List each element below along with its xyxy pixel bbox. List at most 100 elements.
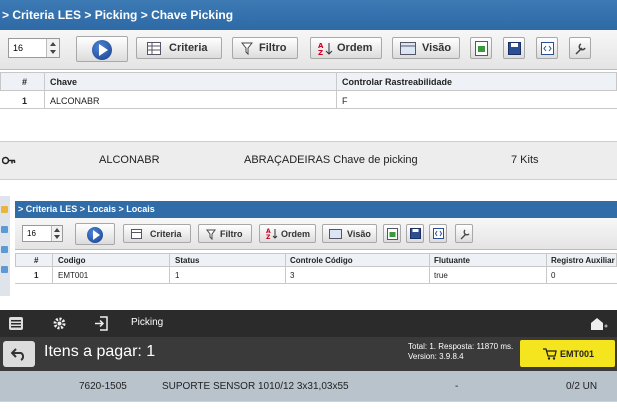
list-icon[interactable] bbox=[1, 266, 8, 273]
filter-icon bbox=[206, 229, 216, 240]
save-button[interactable] bbox=[406, 224, 424, 243]
column-header-flutuante[interactable]: Flutuante bbox=[434, 256, 470, 265]
key-description: ABRAÇADEIRAS Chave de picking bbox=[244, 154, 418, 166]
visao-label: Visão bbox=[347, 229, 371, 239]
page-title-breadcrumb: > Criteria LES > Locais > Locais bbox=[15, 201, 617, 218]
svg-text:Z: Z bbox=[266, 234, 271, 241]
visao-label: Visão bbox=[422, 42, 452, 54]
code-button[interactable] bbox=[429, 224, 447, 243]
key-code: ALCONABR bbox=[99, 154, 160, 166]
app-top-bar: Picking bbox=[0, 310, 617, 337]
items-to-pay-label: Itens a pagar: 1 bbox=[44, 343, 156, 360]
sort-az-icon: A Z bbox=[318, 42, 333, 56]
criteria-button[interactable]: Criteria bbox=[136, 37, 222, 59]
filtro-label: Filtro bbox=[259, 42, 287, 54]
wrench-icon bbox=[575, 43, 586, 55]
save-icon bbox=[410, 228, 421, 239]
list-icon[interactable] bbox=[1, 226, 8, 233]
app-title: Picking bbox=[131, 317, 164, 328]
chevron-up-icon[interactable] bbox=[50, 42, 56, 46]
column-header-controle[interactable]: Controle Código bbox=[290, 256, 353, 265]
chevron-down-icon[interactable] bbox=[50, 50, 56, 54]
stepper-arrows[interactable] bbox=[51, 226, 62, 241]
menu-icon[interactable] bbox=[9, 317, 23, 330]
view-icon bbox=[329, 229, 342, 239]
column-header-registro[interactable]: Registro Auxiliar bbox=[551, 256, 615, 265]
row-status: 1 bbox=[175, 271, 180, 280]
undo-icon bbox=[11, 348, 25, 361]
toolbar: 16 Criteria Filtro A Z Ordem Visão bbox=[15, 218, 617, 250]
row-registro: 0 bbox=[551, 271, 556, 280]
export-button[interactable] bbox=[383, 224, 401, 243]
play-icon bbox=[92, 40, 112, 60]
list-footer bbox=[0, 401, 617, 411]
filtro-label: Filtro bbox=[220, 229, 243, 239]
play-icon bbox=[87, 227, 103, 243]
column-header-num: # bbox=[34, 256, 39, 265]
table-icon bbox=[131, 229, 142, 239]
chevron-down-icon[interactable] bbox=[54, 235, 60, 239]
table-header bbox=[0, 72, 617, 91]
wrench-icon bbox=[460, 229, 470, 240]
back-button[interactable] bbox=[3, 341, 35, 367]
toolbar: 16 Criteria Filtro A Z Ordem Visão bbox=[0, 30, 617, 70]
export-icon bbox=[387, 228, 398, 240]
criteria-button[interactable]: Criteria bbox=[123, 224, 191, 243]
filtro-button[interactable]: Filtro bbox=[232, 37, 298, 59]
run-button[interactable] bbox=[75, 223, 115, 245]
gear-icon[interactable] bbox=[52, 316, 67, 331]
picking-key-row[interactable]: ALCONABR ABRAÇADEIRAS Chave de picking 7… bbox=[0, 141, 617, 180]
criteria-label: Criteria bbox=[150, 229, 182, 239]
row-codigo: EMT001 bbox=[58, 271, 89, 280]
list-icon[interactable] bbox=[1, 246, 8, 253]
response-info: Total: 1. Resposta: 11870 ms. bbox=[408, 342, 514, 351]
screenshot-collage: > Criteria LES > Picking > Chave Picking… bbox=[0, 0, 617, 411]
sort-az-icon: A Z bbox=[266, 228, 278, 241]
ordem-button[interactable]: A Z Ordem bbox=[310, 37, 382, 59]
row-number: 1 bbox=[22, 96, 28, 106]
save-button[interactable] bbox=[503, 37, 525, 59]
svg-text:Z: Z bbox=[318, 49, 323, 56]
cart-button[interactable]: EMT001 bbox=[520, 340, 615, 367]
column-header-rastreabilidade[interactable]: Controlar Rastreabilidade bbox=[342, 77, 452, 87]
column-header-codigo[interactable]: Codigo bbox=[58, 256, 86, 265]
page-size-stepper[interactable]: 16 bbox=[22, 225, 63, 242]
filter-icon bbox=[241, 42, 253, 55]
key-icon bbox=[2, 156, 16, 165]
view-icon bbox=[400, 42, 416, 55]
key-quantity: 7 Kits bbox=[511, 154, 539, 166]
settings-button[interactable] bbox=[455, 224, 473, 243]
export-icon bbox=[475, 41, 488, 56]
chevron-up-icon[interactable] bbox=[54, 228, 60, 232]
run-button[interactable] bbox=[76, 36, 128, 62]
stepper-arrows[interactable] bbox=[46, 39, 59, 57]
export-button[interactable] bbox=[470, 37, 492, 59]
mail-icon[interactable] bbox=[590, 317, 608, 331]
row-number: 1 bbox=[34, 271, 39, 280]
page-size-stepper[interactable]: 16 bbox=[8, 38, 60, 58]
side-strip bbox=[0, 196, 10, 296]
picking-header: Itens a pagar: 1 Total: 1. Resposta: 118… bbox=[0, 337, 617, 371]
code-button[interactable] bbox=[536, 37, 558, 59]
ordem-label: Ordem bbox=[337, 42, 373, 54]
column-header-status[interactable]: Status bbox=[175, 256, 199, 265]
item-quantity: 0/2 UN bbox=[566, 381, 598, 392]
cart-button-label: EMT001 bbox=[560, 349, 595, 359]
column-header-chave[interactable]: Chave bbox=[50, 77, 77, 87]
login-icon[interactable] bbox=[94, 316, 109, 331]
ordem-button[interactable]: A Z Ordem bbox=[259, 224, 316, 243]
code-icon bbox=[433, 228, 444, 239]
row-rastreabilidade: F bbox=[342, 96, 348, 106]
item-code: 7620-1505 bbox=[79, 381, 127, 392]
cart-icon bbox=[543, 348, 557, 360]
page-size-value: 16 bbox=[27, 229, 36, 238]
folder-icon[interactable] bbox=[1, 206, 8, 213]
row-controle: 3 bbox=[290, 271, 295, 280]
list-item[interactable]: 7620-1505 SUPORTE SENSOR 1010/12 3x31,03… bbox=[0, 371, 617, 401]
visao-button[interactable]: Visão bbox=[322, 224, 377, 243]
item-description: SUPORTE SENSOR 1010/12 3x31,03x55 bbox=[162, 381, 349, 392]
visao-button[interactable]: Visão bbox=[392, 37, 460, 59]
settings-button[interactable] bbox=[569, 37, 591, 59]
column-header-num: # bbox=[22, 77, 28, 87]
filtro-button[interactable]: Filtro bbox=[198, 224, 252, 243]
